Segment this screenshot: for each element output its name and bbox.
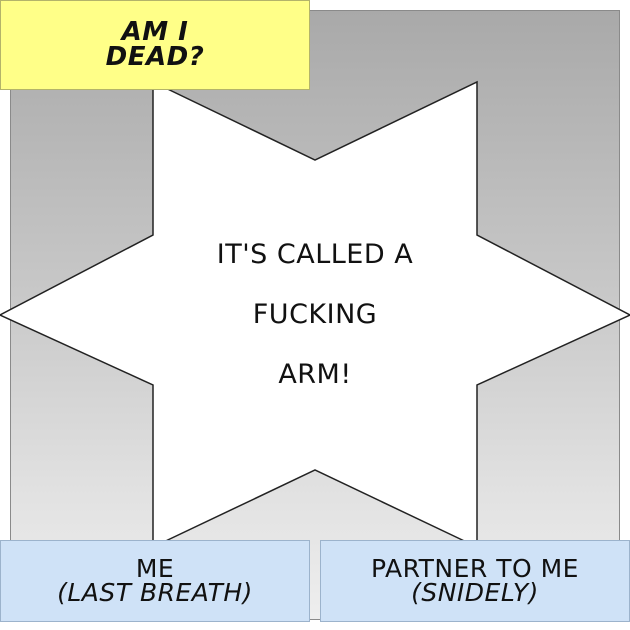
caption-top-left: AM I DEAD? [0, 0, 310, 90]
comic-panel-stage: AM I DEAD? IT'S CALLED A FUCKING ARM! ME… [0, 0, 630, 630]
speech-line-3: ARM! [278, 359, 352, 390]
speech-line-2: FUCKING [252, 299, 378, 330]
caption-bottom-right: PARTNER TO ME (SNIDELY) [320, 540, 630, 622]
speech-burst-text: IT'S CALLED A FUCKING ARM! [150, 225, 480, 405]
caption-bottom-left-line2: (LAST BREATH) [57, 578, 253, 607]
caption-bottom-right-line2: (SNIDELY) [411, 578, 539, 607]
caption-top-line2: DEAD? [105, 42, 205, 72]
caption-bottom-left: ME (LAST BREATH) [0, 540, 310, 622]
speech-line-1: IT'S CALLED A [216, 239, 414, 270]
